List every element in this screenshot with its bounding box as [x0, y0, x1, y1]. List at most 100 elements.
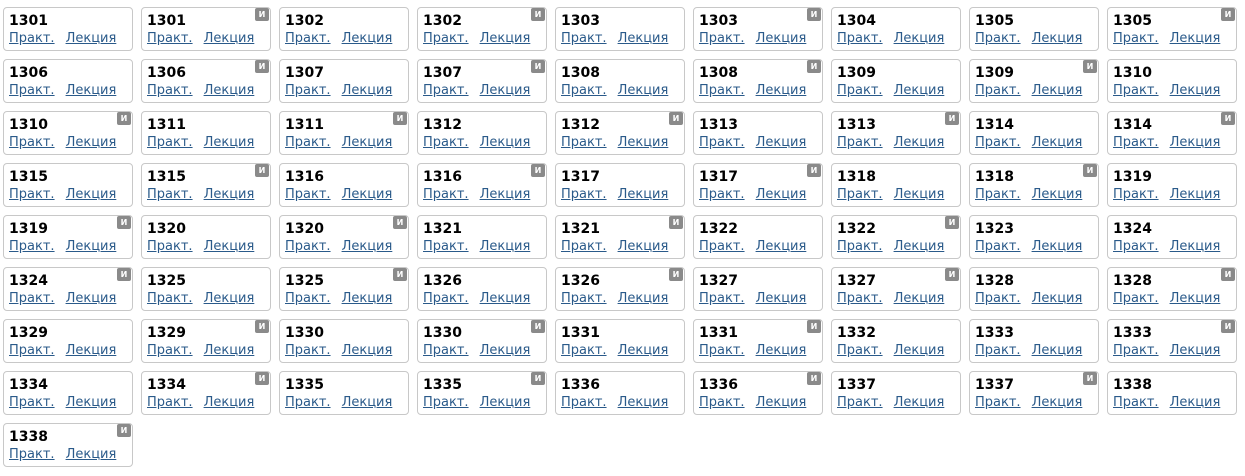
practice-link[interactable]: Практ.: [699, 343, 745, 358]
practice-link[interactable]: Практ.: [975, 343, 1021, 358]
lecture-link[interactable]: Лекция: [66, 447, 117, 462]
practice-link[interactable]: Практ.: [975, 291, 1021, 306]
lecture-link[interactable]: Лекция: [618, 83, 669, 98]
practice-link[interactable]: Практ.: [561, 135, 607, 150]
lecture-link[interactable]: Лекция: [66, 187, 117, 202]
practice-link[interactable]: Практ.: [1113, 83, 1159, 98]
practice-link[interactable]: Практ.: [423, 291, 469, 306]
lecture-link[interactable]: Лекция: [894, 135, 945, 150]
practice-link[interactable]: Практ.: [147, 343, 193, 358]
practice-link[interactable]: Практ.: [423, 343, 469, 358]
practice-link[interactable]: Практ.: [285, 187, 331, 202]
info-badge-icon[interactable]: И: [1221, 112, 1235, 125]
lecture-link[interactable]: Лекция: [894, 291, 945, 306]
practice-link[interactable]: Практ.: [9, 83, 55, 98]
practice-link[interactable]: Практ.: [975, 83, 1021, 98]
practice-link[interactable]: Практ.: [147, 31, 193, 46]
lecture-link[interactable]: Лекция: [480, 31, 531, 46]
practice-link[interactable]: Практ.: [1113, 395, 1159, 410]
practice-link[interactable]: Практ.: [699, 187, 745, 202]
lecture-link[interactable]: Лекция: [204, 395, 255, 410]
practice-link[interactable]: Практ.: [423, 135, 469, 150]
lecture-link[interactable]: Лекция: [66, 343, 117, 358]
lecture-link[interactable]: Лекция: [618, 31, 669, 46]
lecture-link[interactable]: Лекция: [66, 31, 117, 46]
practice-link[interactable]: Практ.: [147, 395, 193, 410]
practice-link[interactable]: Практ.: [561, 31, 607, 46]
practice-link[interactable]: Практ.: [423, 83, 469, 98]
lecture-link[interactable]: Лекция: [1170, 343, 1221, 358]
info-badge-icon[interactable]: И: [1083, 60, 1097, 73]
info-badge-icon[interactable]: И: [117, 268, 131, 281]
lecture-link[interactable]: Лекция: [1032, 187, 1083, 202]
practice-link[interactable]: Практ.: [975, 395, 1021, 410]
lecture-link[interactable]: Лекция: [342, 31, 393, 46]
lecture-link[interactable]: Лекция: [204, 135, 255, 150]
lecture-link[interactable]: Лекция: [480, 343, 531, 358]
lecture-link[interactable]: Лекция: [1170, 239, 1221, 254]
practice-link[interactable]: Практ.: [1113, 239, 1159, 254]
practice-link[interactable]: Практ.: [699, 291, 745, 306]
practice-link[interactable]: Практ.: [837, 83, 883, 98]
practice-link[interactable]: Практ.: [837, 31, 883, 46]
info-badge-icon[interactable]: И: [531, 372, 545, 385]
practice-link[interactable]: Практ.: [699, 83, 745, 98]
info-badge-icon[interactable]: И: [1221, 8, 1235, 21]
practice-link[interactable]: Практ.: [561, 83, 607, 98]
practice-link[interactable]: Практ.: [561, 187, 607, 202]
lecture-link[interactable]: Лекция: [756, 135, 807, 150]
info-badge-icon[interactable]: И: [807, 372, 821, 385]
info-badge-icon[interactable]: И: [531, 320, 545, 333]
lecture-link[interactable]: Лекция: [1170, 395, 1221, 410]
practice-link[interactable]: Практ.: [423, 239, 469, 254]
info-badge-icon[interactable]: И: [1083, 372, 1097, 385]
info-badge-icon[interactable]: И: [1221, 320, 1235, 333]
practice-link[interactable]: Практ.: [147, 187, 193, 202]
lecture-link[interactable]: Лекция: [342, 187, 393, 202]
lecture-link[interactable]: Лекция: [66, 83, 117, 98]
practice-link[interactable]: Практ.: [9, 447, 55, 462]
practice-link[interactable]: Практ.: [285, 83, 331, 98]
practice-link[interactable]: Практ.: [9, 291, 55, 306]
lecture-link[interactable]: Лекция: [204, 239, 255, 254]
lecture-link[interactable]: Лекция: [66, 291, 117, 306]
lecture-link[interactable]: Лекция: [204, 187, 255, 202]
practice-link[interactable]: Практ.: [975, 31, 1021, 46]
practice-link[interactable]: Практ.: [561, 343, 607, 358]
info-badge-icon[interactable]: И: [669, 216, 683, 229]
lecture-link[interactable]: Лекция: [1170, 135, 1221, 150]
practice-link[interactable]: Практ.: [9, 239, 55, 254]
info-badge-icon[interactable]: И: [807, 8, 821, 21]
practice-link[interactable]: Практ.: [147, 239, 193, 254]
info-badge-icon[interactable]: И: [393, 216, 407, 229]
lecture-link[interactable]: Лекция: [66, 395, 117, 410]
info-badge-icon[interactable]: И: [117, 216, 131, 229]
practice-link[interactable]: Практ.: [975, 239, 1021, 254]
practice-link[interactable]: Практ.: [147, 83, 193, 98]
lecture-link[interactable]: Лекция: [480, 291, 531, 306]
info-badge-icon[interactable]: И: [1083, 164, 1097, 177]
lecture-link[interactable]: Лекция: [204, 31, 255, 46]
info-badge-icon[interactable]: И: [807, 164, 821, 177]
info-badge-icon[interactable]: И: [255, 320, 269, 333]
practice-link[interactable]: Практ.: [561, 291, 607, 306]
lecture-link[interactable]: Лекция: [894, 187, 945, 202]
lecture-link[interactable]: Лекция: [1170, 187, 1221, 202]
info-badge-icon[interactable]: И: [945, 216, 959, 229]
practice-link[interactable]: Практ.: [699, 31, 745, 46]
info-badge-icon[interactable]: И: [255, 372, 269, 385]
lecture-link[interactable]: Лекция: [1032, 239, 1083, 254]
info-badge-icon[interactable]: И: [393, 112, 407, 125]
practice-link[interactable]: Практ.: [423, 187, 469, 202]
practice-link[interactable]: Практ.: [837, 291, 883, 306]
info-badge-icon[interactable]: И: [531, 60, 545, 73]
info-badge-icon[interactable]: И: [807, 60, 821, 73]
practice-link[interactable]: Практ.: [837, 395, 883, 410]
lecture-link[interactable]: Лекция: [1032, 31, 1083, 46]
lecture-link[interactable]: Лекция: [480, 239, 531, 254]
practice-link[interactable]: Практ.: [9, 135, 55, 150]
practice-link[interactable]: Практ.: [285, 291, 331, 306]
practice-link[interactable]: Практ.: [561, 395, 607, 410]
lecture-link[interactable]: Лекция: [480, 395, 531, 410]
practice-link[interactable]: Практ.: [285, 135, 331, 150]
